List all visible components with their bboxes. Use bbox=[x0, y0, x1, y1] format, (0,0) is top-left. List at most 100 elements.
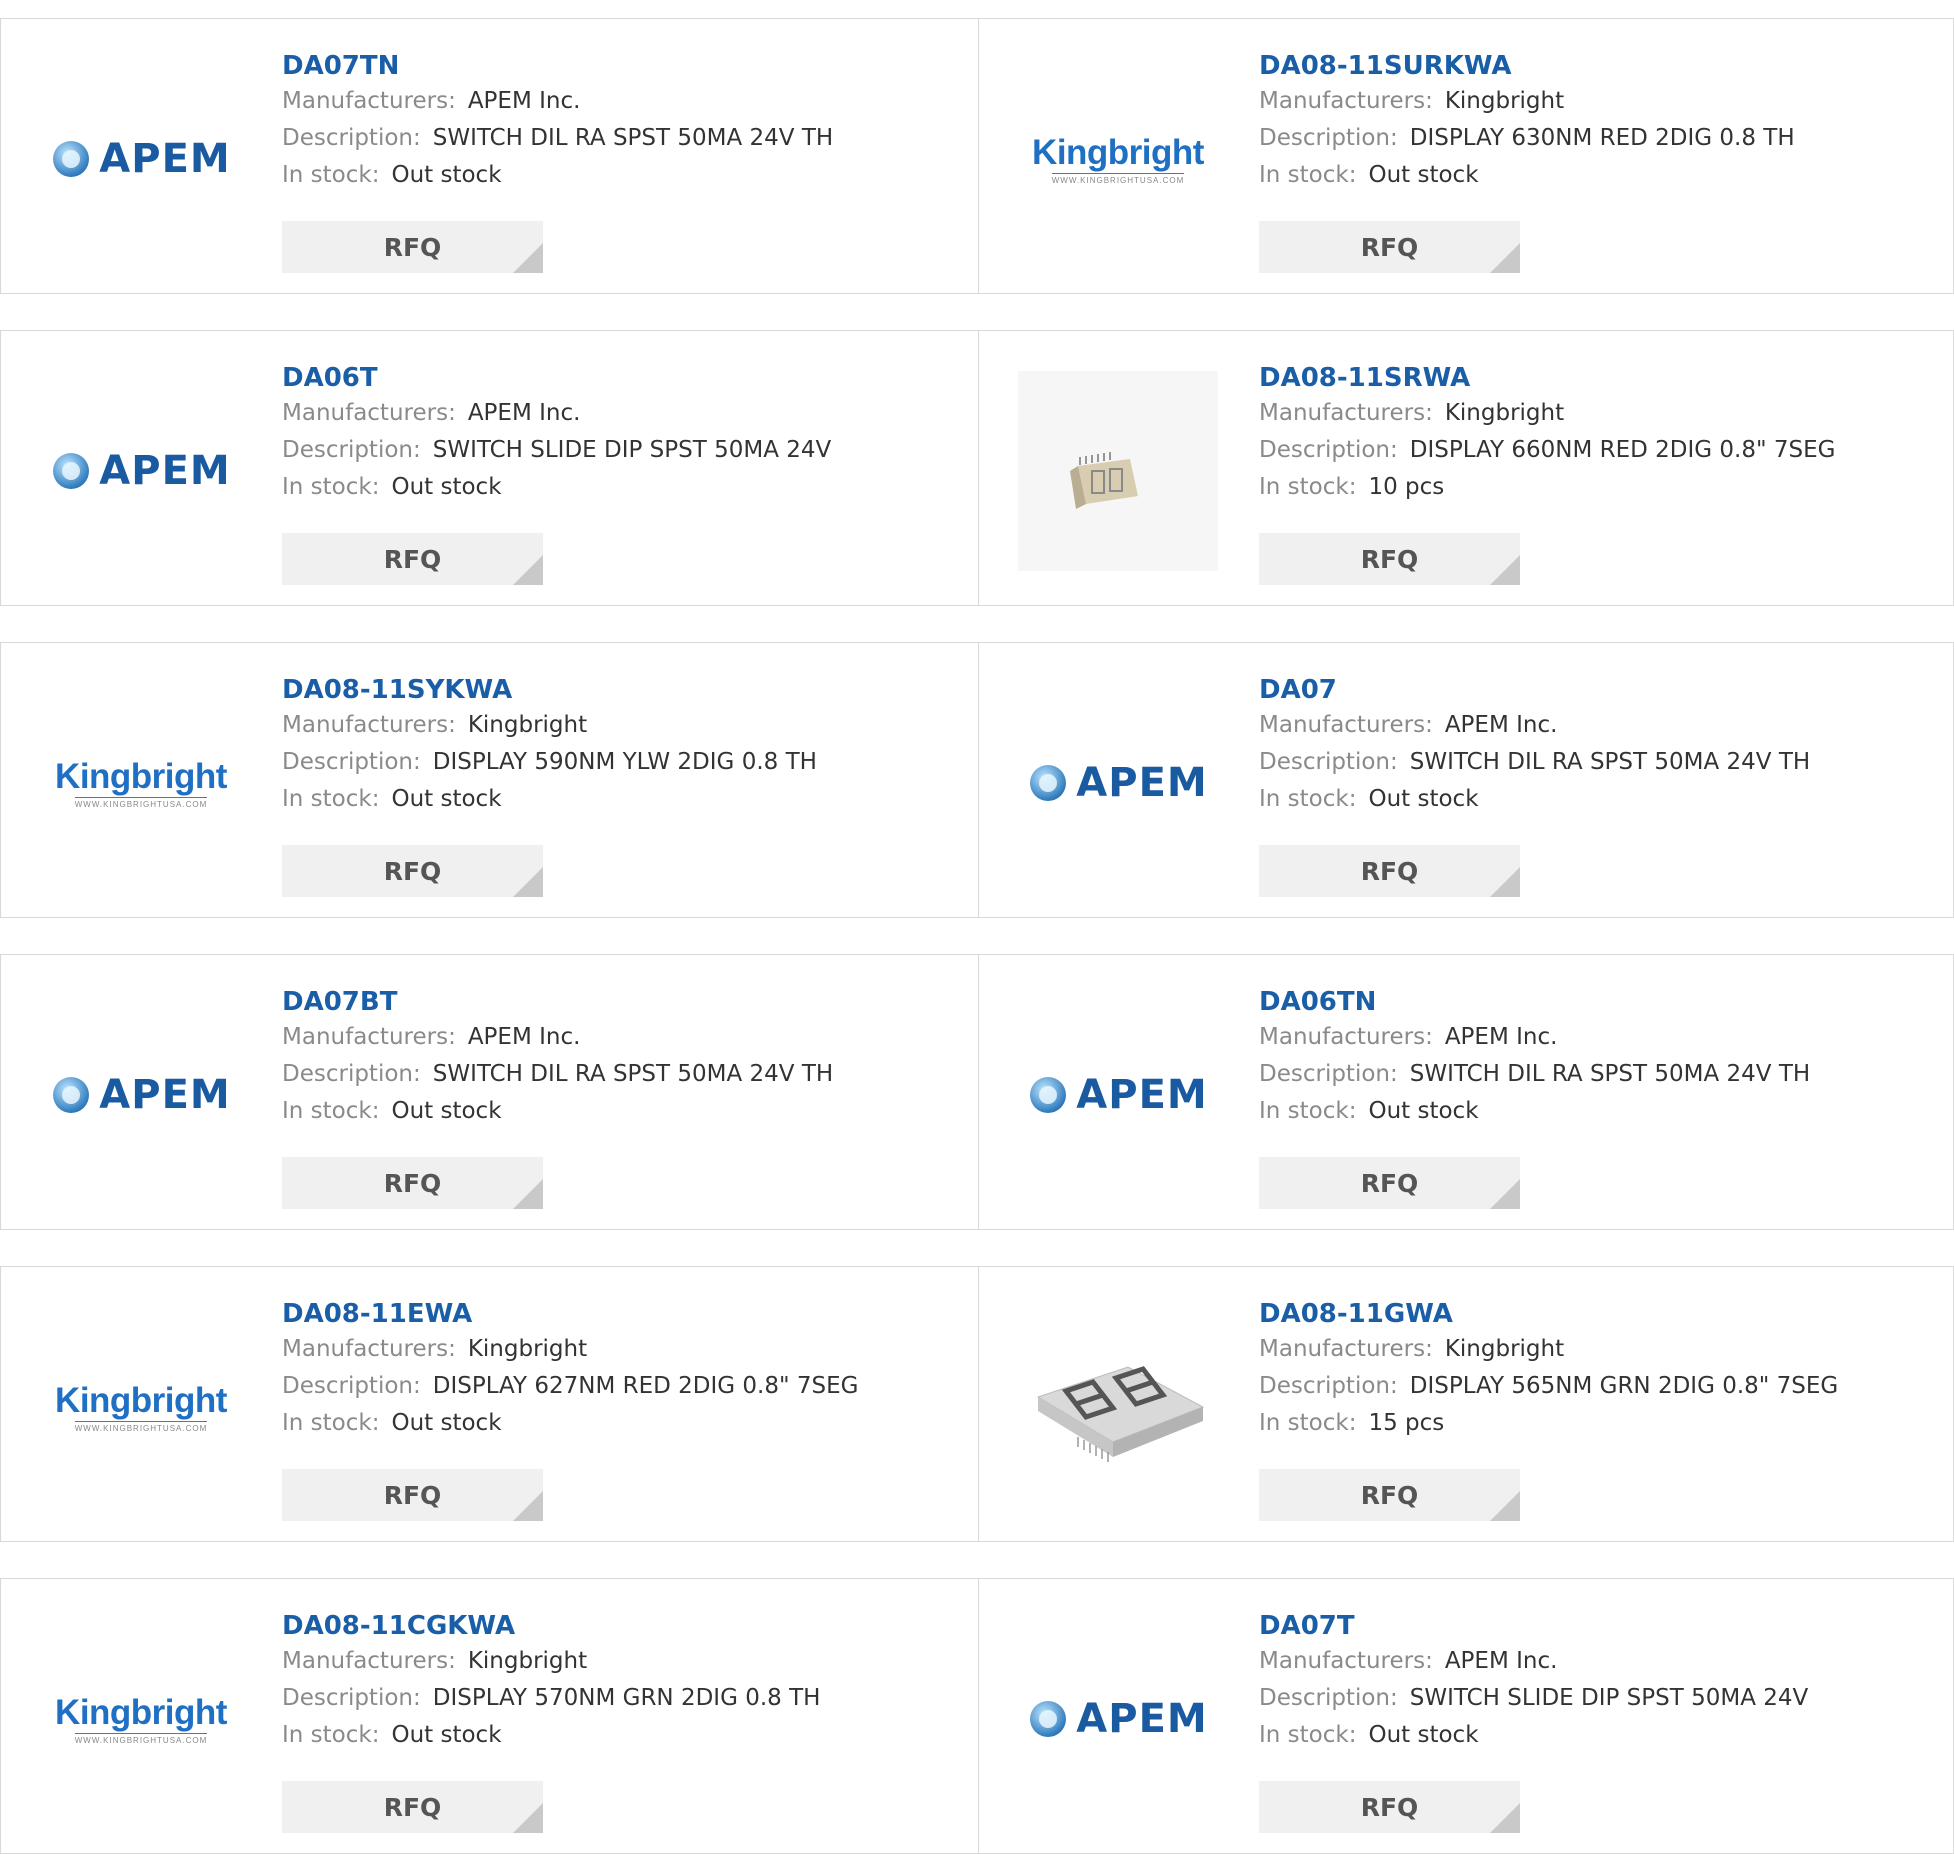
description-label: Description: bbox=[1259, 1685, 1398, 1711]
description-value: DISPLAY 627NM RED 2DIG 0.8" 7SEG bbox=[432, 1373, 859, 1399]
rfq-corner-decoration bbox=[1490, 1803, 1520, 1833]
apem-globe-icon bbox=[1030, 765, 1067, 801]
manufacturers-label: Manufacturers: bbox=[282, 712, 456, 738]
product-card: Kingbright WWW.KINGBRIGHTUSA.COM DA08-11E… bbox=[0, 1267, 979, 1541]
rfq-button[interactable]: RFQ bbox=[1259, 845, 1520, 897]
description-label: Description: bbox=[282, 437, 421, 463]
stock-row: In stock: Out stock bbox=[282, 157, 833, 194]
kingbright-url: WWW.KINGBRIGHTUSA.COM bbox=[1051, 173, 1185, 185]
part-number-link[interactable]: DA08-11EWA bbox=[282, 1297, 858, 1331]
product-card: APEM DA07 Manufacturers: APEM Inc. Descri… bbox=[978, 643, 1954, 917]
rfq-label: RFQ bbox=[383, 1480, 442, 1510]
description-row: Description: DISPLAY 570NM GRN 2DIG 0.8 T… bbox=[282, 1680, 820, 1717]
manufacturer-row: Manufacturers: APEM Inc. bbox=[282, 1019, 833, 1056]
stock-row: In stock: Out stock bbox=[282, 1717, 820, 1754]
stock-value: Out stock bbox=[391, 162, 502, 188]
kingbright-logo: Kingbright WWW.KINGBRIGHTUSA.COM bbox=[55, 1693, 227, 1745]
part-number-link[interactable]: DA08-11CGKWA bbox=[282, 1609, 820, 1643]
manufacturer-value: APEM Inc. bbox=[467, 1024, 581, 1050]
manufacturer-row: Manufacturers: Kingbright bbox=[1259, 83, 1795, 120]
stock-row: In stock: Out stock bbox=[1259, 1717, 1808, 1754]
apem-logo: APEM bbox=[51, 136, 230, 182]
manufacturer-logo: APEM bbox=[1018, 683, 1218, 883]
part-number-link[interactable]: DA06TN bbox=[1259, 985, 1810, 1019]
description-row: Description: DISPLAY 630NM RED 2DIG 0.8 T… bbox=[1259, 120, 1795, 157]
manufacturer-logo: APEM bbox=[41, 995, 241, 1195]
rfq-corner-decoration bbox=[513, 1179, 543, 1209]
rfq-label: RFQ bbox=[1360, 232, 1419, 262]
part-number-link[interactable]: DA06T bbox=[282, 361, 831, 395]
product-card: APEM DA07BT Manufacturers: APEM Inc. Desc… bbox=[0, 955, 979, 1229]
rfq-button[interactable]: RFQ bbox=[282, 845, 543, 897]
manufacturer-row: Manufacturers: Kingbright bbox=[282, 1643, 820, 1680]
part-number-link[interactable]: DA08-11GWA bbox=[1259, 1297, 1838, 1331]
manufacturer-value: Kingbright bbox=[467, 1336, 588, 1362]
description-row: Description: DISPLAY 627NM RED 2DIG 0.8" … bbox=[282, 1368, 858, 1405]
description-label: Description: bbox=[1259, 125, 1398, 151]
manufacturer-logo: APEM bbox=[1018, 1619, 1218, 1819]
apem-logo: APEM bbox=[1028, 1072, 1207, 1118]
rfq-corner-decoration bbox=[513, 1803, 543, 1833]
product-row: APEM DA07BT Manufacturers: APEM Inc. Desc… bbox=[0, 954, 1954, 1230]
rfq-label: RFQ bbox=[383, 544, 442, 574]
apem-wordmark: APEM bbox=[99, 1072, 231, 1118]
description-row: Description: DISPLAY 565NM GRN 2DIG 0.8" … bbox=[1259, 1368, 1838, 1405]
manufacturer-row: Manufacturers: Kingbright bbox=[1259, 395, 1835, 432]
kingbright-logo: Kingbright WWW.KINGBRIGHTUSA.COM bbox=[1032, 133, 1204, 185]
part-number-link[interactable]: DA08-11SURKWA bbox=[1259, 49, 1795, 83]
rfq-button[interactable]: RFQ bbox=[1259, 1781, 1520, 1833]
manufacturer-row: Manufacturers: Kingbright bbox=[282, 1331, 858, 1368]
product-row: Kingbright WWW.KINGBRIGHTUSA.COM DA08-11C… bbox=[0, 1578, 1954, 1854]
manufacturers-label: Manufacturers: bbox=[1259, 1648, 1433, 1674]
description-value: SWITCH SLIDE DIP SPST 50MA 24V bbox=[432, 437, 832, 463]
kingbright-wordmark: Kingbright bbox=[55, 757, 227, 796]
description-row: Description: DISPLAY 590NM YLW 2DIG 0.8 T… bbox=[282, 744, 817, 781]
rfq-button[interactable]: RFQ bbox=[282, 1469, 543, 1521]
rfq-corner-decoration bbox=[513, 555, 543, 585]
part-number-link[interactable]: DA07TN bbox=[282, 49, 833, 83]
rfq-button[interactable]: RFQ bbox=[282, 533, 543, 585]
in-stock-label: In stock: bbox=[1259, 1098, 1357, 1124]
manufacturer-value: APEM Inc. bbox=[1444, 1024, 1558, 1050]
part-number-link[interactable]: DA07BT bbox=[282, 985, 833, 1019]
rfq-corner-decoration bbox=[1490, 1179, 1520, 1209]
kingbright-wordmark: Kingbright bbox=[55, 1693, 227, 1732]
stock-row: In stock: Out stock bbox=[282, 1093, 833, 1130]
rfq-button[interactable]: RFQ bbox=[282, 1781, 543, 1833]
part-number-link[interactable]: DA08-11SYKWA bbox=[282, 673, 817, 707]
rfq-button[interactable]: RFQ bbox=[1259, 533, 1520, 585]
stock-row: In stock: 15 pcs bbox=[1259, 1405, 1838, 1442]
product-info: DA08-11CGKWA Manufacturers: Kingbright De… bbox=[282, 1609, 820, 1754]
part-number-link[interactable]: DA07T bbox=[1259, 1609, 1808, 1643]
kingbright-url: WWW.KINGBRIGHTUSA.COM bbox=[74, 797, 208, 809]
product-info: DA06TN Manufacturers: APEM Inc. Descripti… bbox=[1259, 985, 1810, 1130]
kingbright-logo: Kingbright WWW.KINGBRIGHTUSA.COM bbox=[55, 1381, 227, 1433]
rfq-label: RFQ bbox=[383, 232, 442, 262]
part-number-link[interactable]: DA07 bbox=[1259, 673, 1810, 707]
manufacturer-row: Manufacturers: APEM Inc. bbox=[282, 395, 831, 432]
description-value: SWITCH DIL RA SPST 50MA 24V TH bbox=[432, 1061, 834, 1087]
description-value: SWITCH DIL RA SPST 50MA 24V TH bbox=[1409, 749, 1811, 775]
rfq-button[interactable]: RFQ bbox=[282, 221, 543, 273]
product-info: DA08-11SURKWA Manufacturers: Kingbright D… bbox=[1259, 49, 1795, 194]
rfq-button[interactable]: RFQ bbox=[282, 1157, 543, 1209]
rfq-label: RFQ bbox=[383, 1168, 442, 1198]
description-row: Description: DISPLAY 660NM RED 2DIG 0.8" … bbox=[1259, 432, 1835, 469]
product-row: Kingbright WWW.KINGBRIGHTUSA.COM DA08-11E… bbox=[0, 1266, 1954, 1542]
product-info: DA07T Manufacturers: APEM Inc. Descriptio… bbox=[1259, 1609, 1808, 1754]
rfq-button[interactable]: RFQ bbox=[1259, 1469, 1520, 1521]
apem-logo: APEM bbox=[51, 448, 230, 494]
part-number-link[interactable]: DA08-11SRWA bbox=[1259, 361, 1835, 395]
manufacturers-label: Manufacturers: bbox=[1259, 400, 1433, 426]
rfq-button[interactable]: RFQ bbox=[1259, 1157, 1520, 1209]
stock-value: Out stock bbox=[1368, 1722, 1479, 1748]
manufacturer-logo: APEM bbox=[1018, 995, 1218, 1195]
manufacturers-label: Manufacturers: bbox=[282, 1336, 456, 1362]
in-stock-label: In stock: bbox=[1259, 162, 1357, 188]
rfq-button[interactable]: RFQ bbox=[1259, 221, 1520, 273]
rfq-label: RFQ bbox=[383, 856, 442, 886]
description-label: Description: bbox=[1259, 1061, 1398, 1087]
product-card: DA08-11SRWA Manufacturers: Kingbright Des… bbox=[978, 331, 1954, 605]
description-value: DISPLAY 565NM GRN 2DIG 0.8" 7SEG bbox=[1409, 1373, 1839, 1399]
product-info: DA07 Manufacturers: APEM Inc. Description… bbox=[1259, 673, 1810, 818]
